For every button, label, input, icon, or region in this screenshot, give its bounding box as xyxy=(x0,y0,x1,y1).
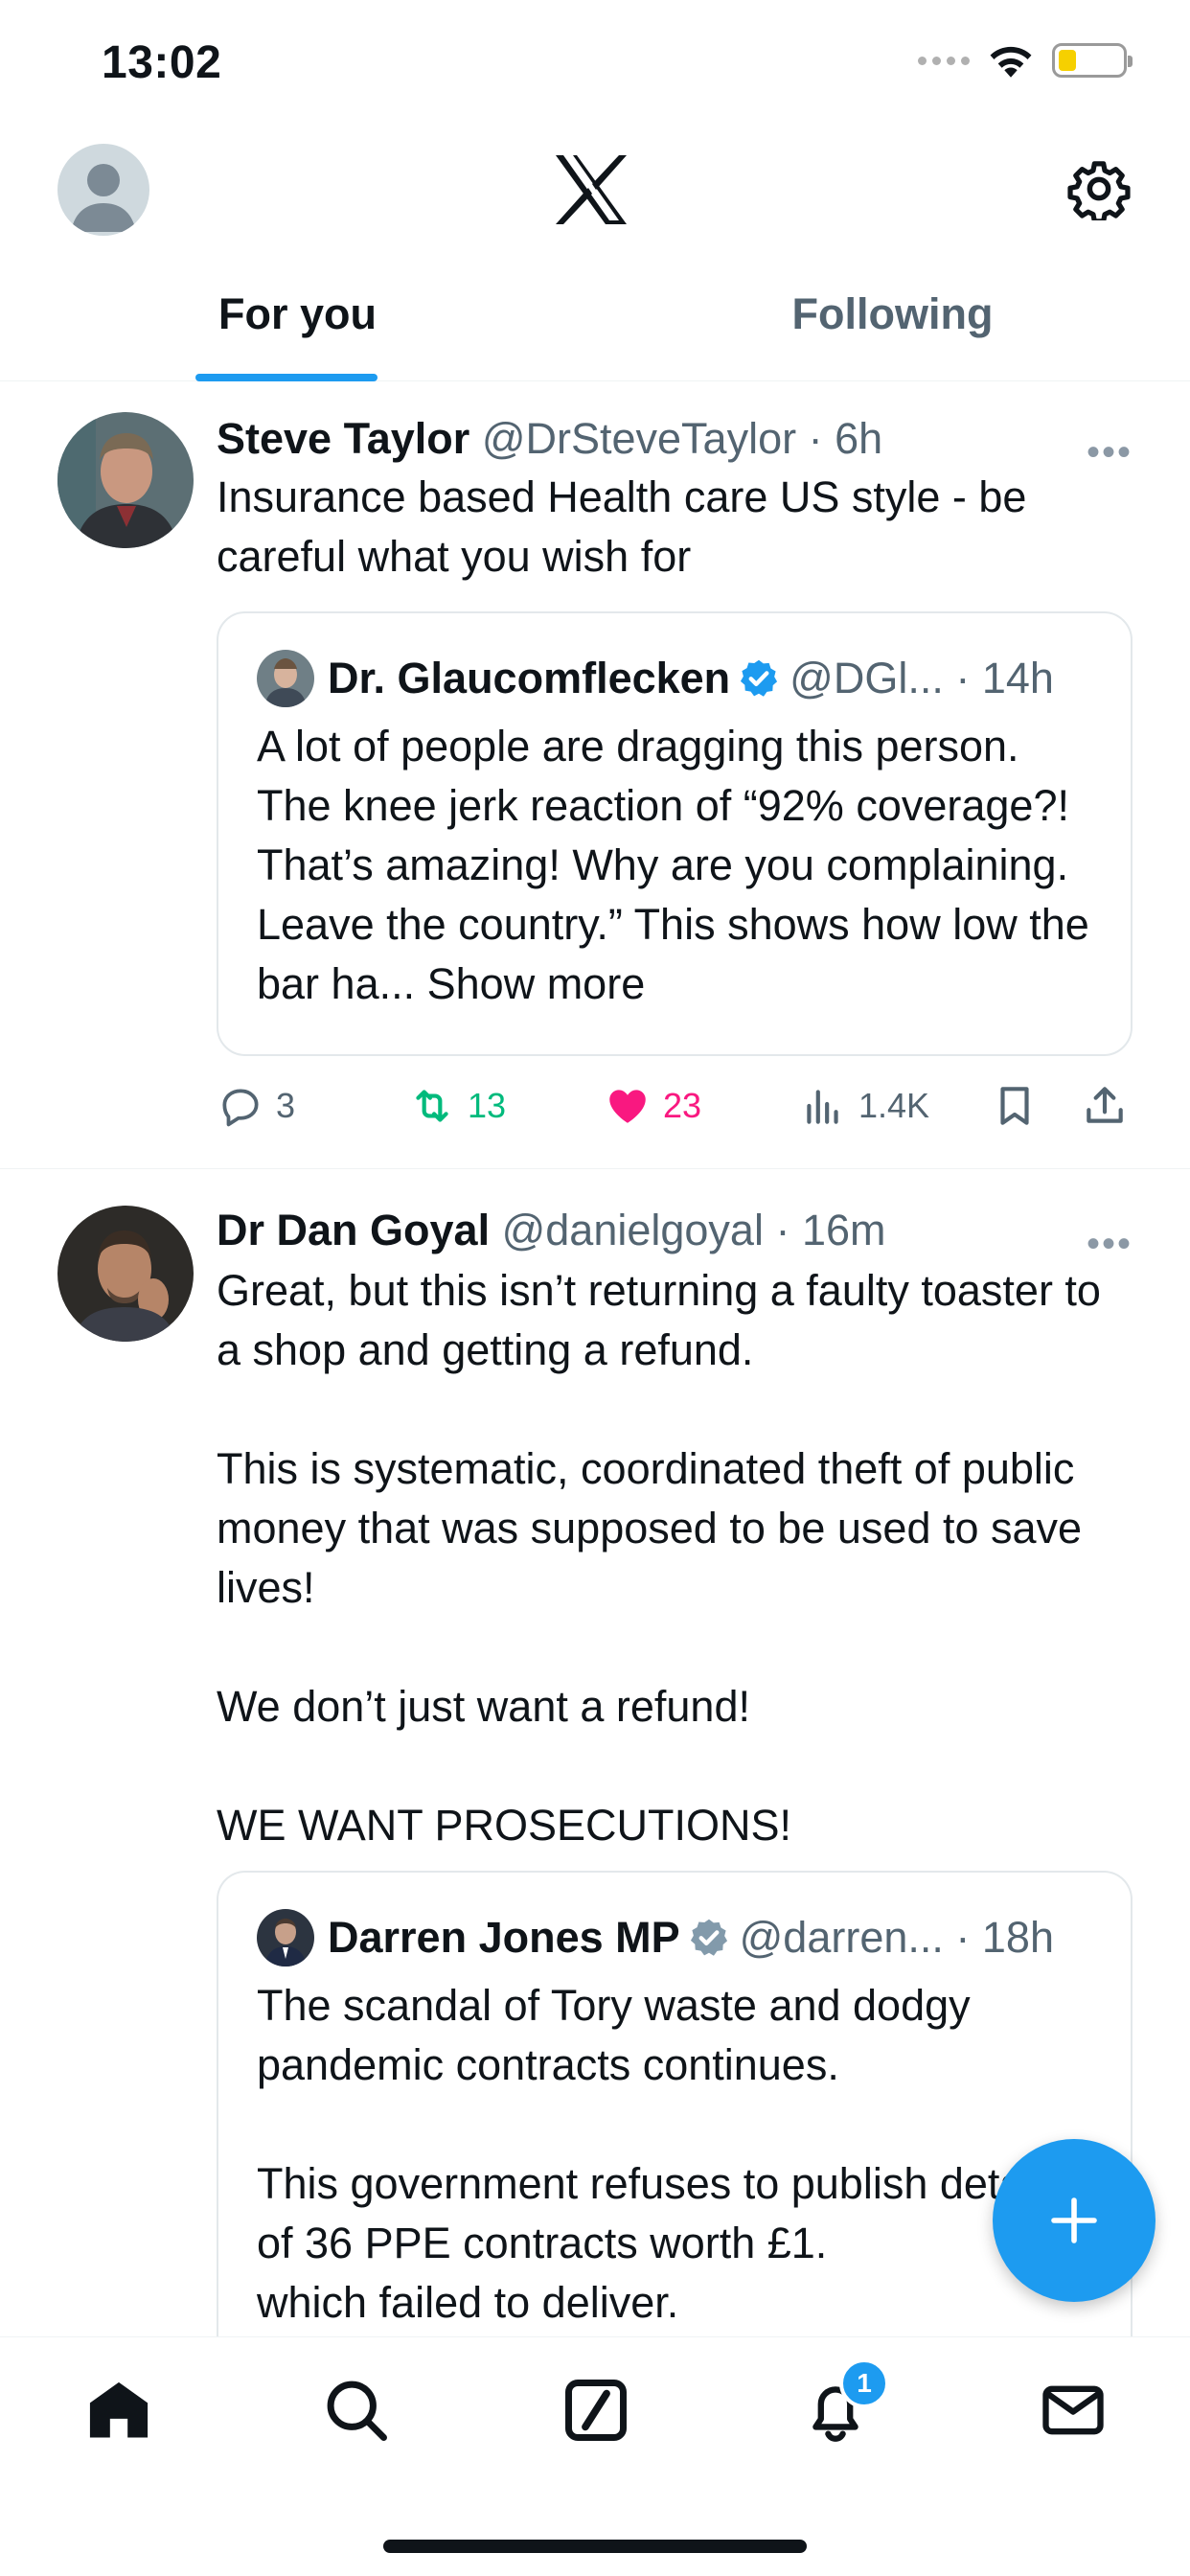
active-tab-indicator xyxy=(195,374,378,381)
quoted-tweet-header: Dr. Glaucomflecken @DGl... · 14h xyxy=(257,650,1092,707)
avatar-photo xyxy=(57,412,194,548)
quoted-author-avatar xyxy=(257,650,314,707)
tweet[interactable]: Steve Taylor @DrSteveTaylor · 6h ••• Ins… xyxy=(0,381,1190,1169)
repost-button[interactable]: 13 xyxy=(408,1082,506,1130)
reply-icon xyxy=(222,1089,259,1127)
views-count: 1.4K xyxy=(858,1086,930,1125)
share-button[interactable] xyxy=(1081,1082,1129,1130)
bookmark-icon xyxy=(1000,1087,1029,1125)
more-options-icon[interactable]: ••• xyxy=(1087,426,1133,479)
status-bar: 13:02 xyxy=(0,0,1190,125)
quoted-tweet-text: The scandal of Tory waste and dodgy pand… xyxy=(257,1981,1064,2327)
reply-button[interactable]: 3 xyxy=(217,1082,295,1130)
like-count: 23 xyxy=(663,1086,702,1125)
tweet-actions: 3 13 23 1.4K xyxy=(217,1077,1133,1135)
repost-count: 13 xyxy=(468,1086,507,1125)
views-button[interactable]: 1.4K xyxy=(799,1082,929,1130)
compose-post-button[interactable] xyxy=(993,2139,1156,2302)
cellular-signal-icon xyxy=(918,56,970,65)
search-icon[interactable] xyxy=(320,2374,393,2447)
quoted-tweet-time: 14h xyxy=(981,654,1054,702)
share-icon xyxy=(1087,1087,1123,1123)
tab-for-you-label: For you xyxy=(218,289,377,338)
default-avatar-icon xyxy=(71,164,136,232)
gear-icon[interactable] xyxy=(1067,157,1131,220)
verified-badge-icon xyxy=(690,1919,727,1956)
quoted-tweet[interactable]: Dr. Glaucomflecken @DGl... · 14h A lot o… xyxy=(217,611,1133,1056)
grok-icon[interactable] xyxy=(560,2374,632,2447)
messages-icon[interactable] xyxy=(1037,2374,1110,2447)
repost-icon xyxy=(416,1090,448,1122)
quoted-author-handle: @darren... xyxy=(739,1913,944,1962)
quoted-author-name: Dr. Glaucomflecken xyxy=(328,654,731,702)
verified-badge-icon xyxy=(741,659,778,697)
reply-count: 3 xyxy=(276,1086,296,1125)
quoted-tweet-text: A lot of people are dragging this person… xyxy=(257,717,1092,1014)
avatar-photo xyxy=(57,1206,194,1342)
quoted-tweet-header: Darren Jones MP @darren... · 18h xyxy=(257,1909,1092,1966)
x-logo-icon xyxy=(556,155,627,224)
separator-dot: · xyxy=(943,1913,982,1962)
like-button[interactable]: 23 xyxy=(604,1082,701,1130)
author-name[interactable]: Steve Taylor xyxy=(217,414,469,463)
tweet-body: Dr Dan Goyal @danielgoyal · 16m ••• Grea… xyxy=(217,1204,1133,1855)
battery-icon xyxy=(1052,43,1133,78)
bottom-navigation: 1 xyxy=(0,2336,1190,2576)
heart-icon xyxy=(609,1090,646,1123)
wifi-icon xyxy=(990,46,1032,78)
tweet-header: Steve Taylor @DrSteveTaylor · 6h ••• xyxy=(217,412,1133,473)
separator-dot: · xyxy=(796,414,835,463)
tweet-body: Steve Taylor @DrSteveTaylor · 6h ••• Ins… xyxy=(217,412,1133,586)
tweet-text: Insurance based Health care US style - b… xyxy=(217,472,1027,581)
quoted-author-handle: @DGl... xyxy=(790,654,944,702)
quoted-text-body: A lot of people are dragging this person… xyxy=(257,722,1089,1008)
author-handle[interactable]: @danielgoyal xyxy=(502,1206,764,1254)
bookmark-button[interactable] xyxy=(991,1082,1039,1130)
home-indicator xyxy=(383,2540,807,2553)
feed-tabs: For you Following xyxy=(0,278,1190,381)
separator-dot: · xyxy=(943,654,982,702)
more-options-icon[interactable]: ••• xyxy=(1087,1217,1133,1271)
home-icon[interactable] xyxy=(82,2374,155,2447)
top-header xyxy=(0,134,1190,249)
quoted-author-name: Darren Jones MP xyxy=(328,1913,680,1962)
author-name[interactable]: Dr Dan Goyal xyxy=(217,1206,490,1254)
show-more-link[interactable]: Show more xyxy=(427,959,646,1008)
tweet-text: Great, but this isn’t returning a faulty… xyxy=(217,1266,1101,1850)
status-icons xyxy=(918,42,1133,79)
views-icon xyxy=(807,1090,838,1124)
notification-count-badge: 1 xyxy=(839,2358,889,2408)
status-time: 13:02 xyxy=(102,37,222,88)
quoted-tweet-time: 18h xyxy=(981,1913,1054,1962)
tab-following-label: Following xyxy=(791,289,994,338)
tweet-header: Dr Dan Goyal @danielgoyal · 16m ••• xyxy=(217,1204,1133,1265)
author-handle[interactable]: @DrSteveTaylor xyxy=(482,414,796,463)
author-avatar[interactable] xyxy=(57,1206,194,1342)
tweet-time: 6h xyxy=(835,414,883,463)
tweet-time: 16m xyxy=(801,1206,886,1254)
quoted-author-avatar xyxy=(257,1909,314,1966)
profile-avatar-button[interactable] xyxy=(57,144,149,236)
tab-following[interactable]: Following xyxy=(595,278,1190,380)
tab-for-you[interactable]: For you xyxy=(0,278,595,380)
separator-dot: · xyxy=(763,1206,802,1254)
plus-icon xyxy=(1051,2197,1097,2243)
author-avatar[interactable] xyxy=(57,412,194,548)
